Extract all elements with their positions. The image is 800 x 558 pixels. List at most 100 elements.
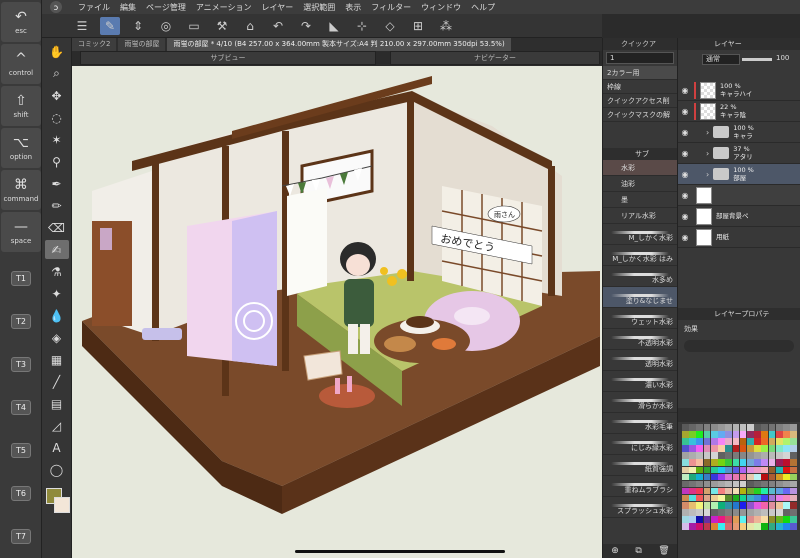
- color-swatch[interactable]: [768, 509, 776, 516]
- eraser-icon[interactable]: ⌂: [240, 17, 260, 35]
- expand-arrow-icon[interactable]: ›: [706, 149, 709, 158]
- menu-item[interactable]: ウィンドウ: [421, 2, 461, 13]
- color-swatch[interactable]: [754, 523, 761, 530]
- brush-preset[interactable]: 透明水彩: [603, 350, 677, 371]
- color-swatch[interactable]: [754, 452, 761, 459]
- color-swatch[interactable]: [696, 452, 704, 459]
- color-swatch[interactable]: [739, 523, 747, 530]
- color-swatch[interactable]: [761, 473, 769, 481]
- color-swatch[interactable]: [703, 473, 711, 481]
- color-swatch[interactable]: [732, 502, 740, 509]
- gradient-icon[interactable]: ▦: [45, 350, 69, 369]
- color-swatch[interactable]: [747, 438, 754, 445]
- layer-row[interactable]: ◉ › 37 % アタリ: [678, 143, 800, 164]
- color-swatch[interactable]: [761, 466, 769, 474]
- color-swatch[interactable]: [768, 459, 776, 466]
- color-swatch[interactable]: [703, 480, 711, 488]
- balloon-icon[interactable]: ◯: [45, 460, 69, 479]
- color-swatch[interactable]: [732, 473, 740, 481]
- color-swatch[interactable]: [790, 459, 797, 466]
- menu-item[interactable]: ヘルプ: [471, 2, 495, 13]
- brush-preset[interactable]: M_しかく水彩: [603, 224, 677, 245]
- add-subtool-icon[interactable]: ⊕: [611, 546, 619, 556]
- color-swatch[interactable]: [732, 431, 740, 438]
- color-swatch[interactable]: [703, 445, 711, 452]
- color-swatch[interactable]: [783, 523, 790, 530]
- folder-icon[interactable]: ▭: [184, 17, 204, 35]
- color-swatch[interactable]: [689, 452, 696, 459]
- color-swatch[interactable]: [725, 473, 732, 481]
- menu-item[interactable]: 選択範囲: [303, 2, 335, 13]
- layer-row[interactable]: ◉ 100 % キャラハイ: [678, 80, 800, 101]
- color-swatch[interactable]: [696, 487, 704, 495]
- color-swatch[interactable]: [783, 459, 790, 466]
- modifier-key-space[interactable]: — space: [1, 212, 41, 252]
- color-swatch[interactable]: [783, 480, 790, 488]
- color-swatch[interactable]: [725, 502, 732, 509]
- color-swatch[interactable]: [689, 494, 696, 502]
- stepper-icon[interactable]: ⇕: [128, 17, 148, 35]
- expand-arrow-icon[interactable]: ›: [706, 170, 709, 179]
- color-swatch[interactable]: [732, 487, 740, 495]
- layer-row[interactable]: ◉: [678, 185, 800, 206]
- ruler-icon[interactable]: ◿: [45, 416, 69, 435]
- color-swatch[interactable]: [739, 480, 747, 488]
- tool-key-t3[interactable]: T3: [1, 344, 41, 384]
- color-swatch[interactable]: [790, 502, 797, 509]
- color-swatch[interactable]: [775, 466, 783, 474]
- color-swatch[interactable]: [732, 480, 740, 488]
- color-swatch[interactable]: [696, 494, 704, 502]
- color-swatch[interactable]: [696, 502, 704, 509]
- color-swatch[interactable]: [689, 431, 696, 438]
- eraser-tool-icon[interactable]: ⌫: [45, 218, 69, 237]
- zoom-icon[interactable]: ⌕: [45, 64, 69, 83]
- color-swatch[interactable]: [710, 445, 718, 452]
- subtool-group-item[interactable]: 水彩: [603, 160, 677, 176]
- color-swatch[interactable]: [718, 452, 725, 459]
- home-indicator[interactable]: [295, 550, 505, 553]
- duplicate-icon[interactable]: ⧉: [635, 546, 641, 556]
- color-swatch[interactable]: [761, 523, 769, 530]
- color-swatch[interactable]: [747, 494, 754, 502]
- color-swatch[interactable]: [790, 466, 797, 474]
- color-swatch[interactable]: [739, 509, 747, 516]
- color-swatch[interactable]: [718, 473, 725, 481]
- color-swatch[interactable]: [703, 494, 711, 502]
- color-swatch[interactable]: [761, 452, 769, 459]
- pen-mode-icon[interactable]: ✎: [100, 16, 120, 35]
- color-swatch[interactable]: [732, 509, 740, 516]
- color-swatch[interactable]: [710, 516, 718, 523]
- subtool-title[interactable]: サブ: [603, 148, 677, 160]
- color-swatch[interactable]: [682, 466, 689, 474]
- color-swatch[interactable]: [747, 445, 754, 452]
- color-swatch[interactable]: [783, 431, 790, 438]
- color-swatch[interactable]: [747, 487, 754, 495]
- color-swatch[interactable]: [703, 438, 711, 445]
- color-swatch[interactable]: [725, 516, 732, 523]
- color-swatch[interactable]: [768, 445, 776, 452]
- menu-item[interactable]: 表示: [345, 2, 361, 13]
- quick-access-input[interactable]: 1: [606, 52, 674, 64]
- free-transform-icon[interactable]: ◇: [380, 17, 400, 35]
- color-swatch[interactable]: [725, 424, 732, 431]
- color-swatch[interactable]: [761, 445, 769, 452]
- color-swatch[interactable]: [754, 431, 761, 438]
- brush-preset[interactable]: 水彩毛筆: [603, 413, 677, 434]
- color-swatch[interactable]: [754, 516, 761, 523]
- color-swatch[interactable]: [725, 452, 732, 459]
- subtool-group-item[interactable]: 墨: [603, 192, 677, 208]
- tool-key-t1[interactable]: T1: [1, 258, 41, 298]
- brush-preset[interactable]: 塗り&なじませ: [603, 287, 677, 308]
- color-swatch[interactable]: [775, 523, 783, 530]
- color-swatch[interactable]: [783, 487, 790, 495]
- color-swatch[interactable]: [682, 480, 689, 488]
- fill-icon[interactable]: ◈: [45, 328, 69, 347]
- color-swatch[interactable]: [747, 424, 754, 431]
- color-swatch[interactable]: [754, 509, 761, 516]
- app-logo-icon[interactable]: ↄ: [50, 1, 62, 13]
- color-swatch[interactable]: [775, 494, 783, 502]
- brush-preset[interactable]: 滑らか水彩: [603, 392, 677, 413]
- color-swatch[interactable]: [739, 438, 747, 445]
- color-swatch[interactable]: [696, 516, 704, 523]
- color-swatch[interactable]: [754, 445, 761, 452]
